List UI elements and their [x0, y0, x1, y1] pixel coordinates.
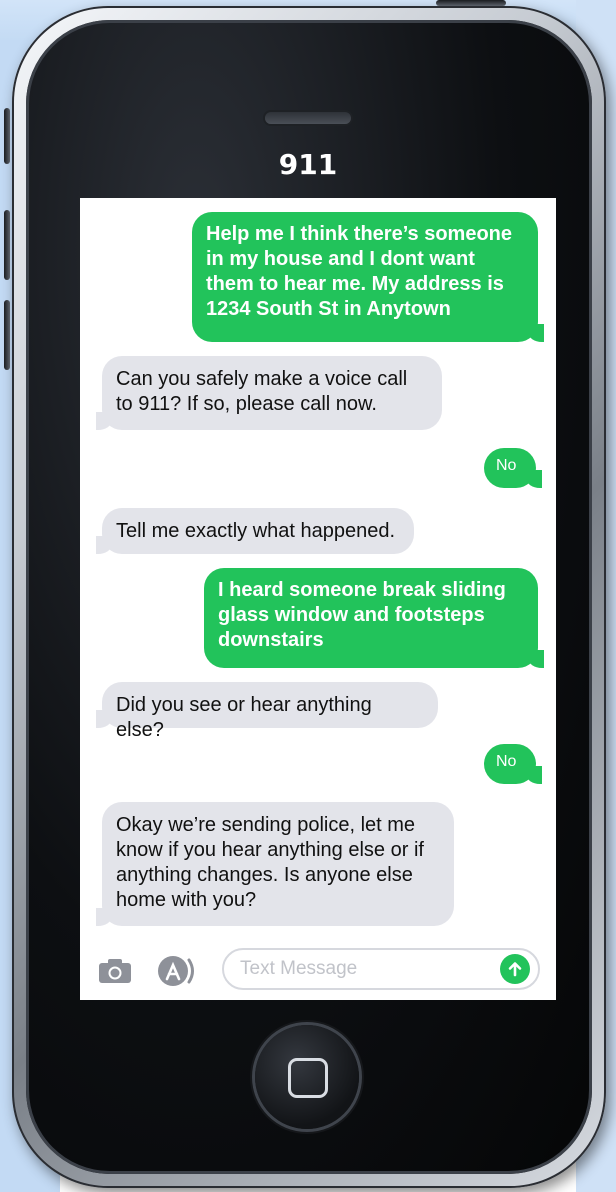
home-button[interactable]: [255, 1025, 359, 1129]
message-composer: [80, 946, 556, 994]
message-text: No: [496, 753, 517, 770]
outgoing-message: No: [484, 744, 542, 784]
arrow-up-icon: [508, 962, 522, 977]
incoming-message: Can you safely make a voice call to 911?…: [96, 356, 442, 430]
message-text: Can you safely make a voice call to 911?…: [116, 368, 408, 415]
incoming-message: Okay we’re sending police, let me know i…: [96, 802, 454, 926]
incoming-message: Did you see or hear anything else?: [96, 682, 438, 741]
conversation-title: 911: [278, 148, 338, 181]
camera-icon[interactable]: [98, 958, 132, 984]
mute-switch[interactable]: [4, 108, 10, 164]
volume-up-button[interactable]: [4, 210, 10, 280]
message-text: I heard someone break sliding glass wind…: [218, 579, 506, 651]
outgoing-message: Help me I think there’s someone in my ho…: [192, 212, 544, 342]
message-text: Okay we’re sending police, let me know i…: [116, 814, 424, 911]
message-text: Tell me exactly what happened.: [116, 520, 396, 542]
messages-screen: Help me I think there’s someone in my ho…: [80, 198, 556, 1000]
page: 911 Help me I think there’s someone in m…: [0, 0, 616, 1192]
message-text: No: [496, 457, 517, 474]
message-text: Help me I think there’s someone in my ho…: [206, 223, 513, 320]
home-square-icon: [288, 1058, 328, 1098]
outgoing-message: No: [484, 448, 542, 488]
earpiece-speaker: [265, 112, 351, 124]
outgoing-message: I heard someone break sliding glass wind…: [204, 568, 544, 668]
volume-down-button[interactable]: [4, 300, 10, 370]
send-button[interactable]: [500, 954, 530, 984]
message-input[interactable]: [222, 948, 540, 990]
app-store-icon[interactable]: [156, 954, 198, 988]
incoming-message: Tell me exactly what happened.: [96, 508, 414, 554]
power-button[interactable]: [436, 0, 506, 6]
message-text: Did you see or hear anything else?: [116, 694, 372, 741]
